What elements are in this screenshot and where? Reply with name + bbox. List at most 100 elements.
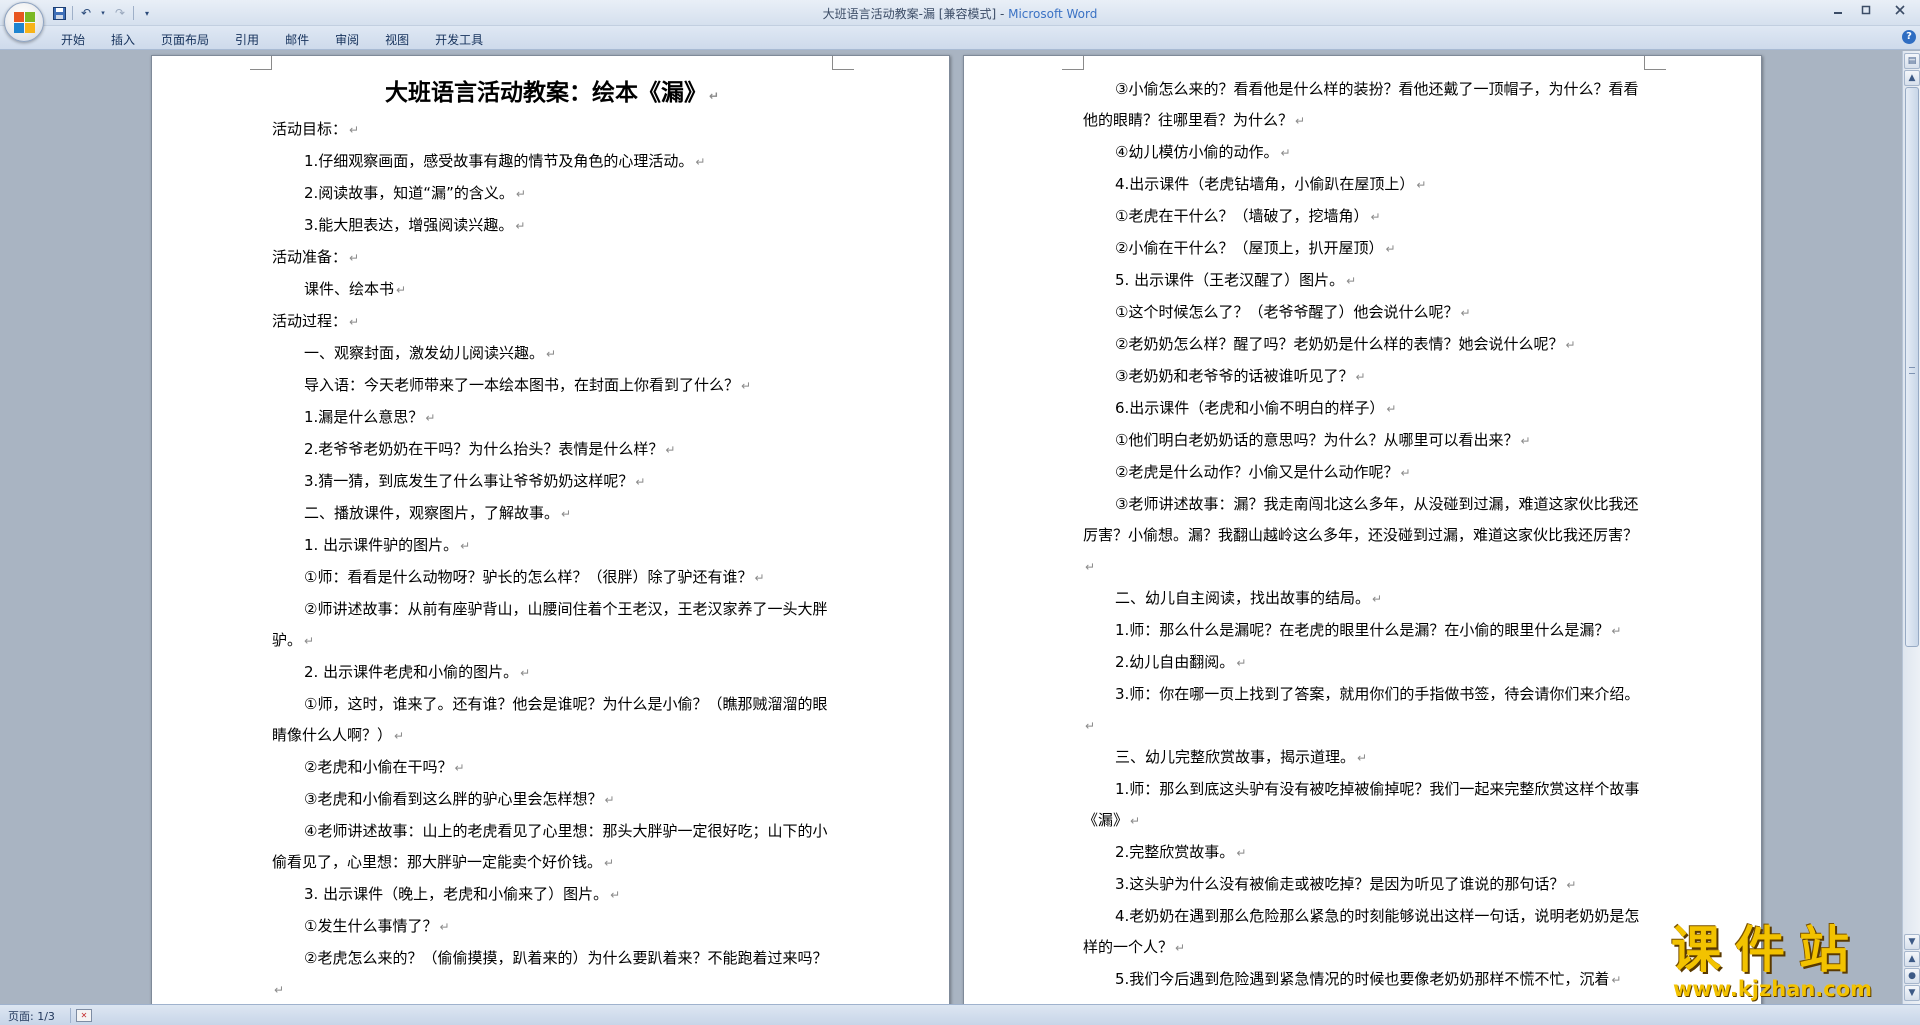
paragraph[interactable]: 2.完整欣赏故事。 ↵ bbox=[1083, 837, 1643, 869]
paragraph-mark: ↵ bbox=[515, 187, 526, 201]
tab-page-layout[interactable]: 页面布局 bbox=[148, 29, 222, 50]
paragraph-mark: ↵ bbox=[349, 315, 360, 329]
crop-mark bbox=[1644, 56, 1666, 70]
tab-review[interactable]: 审阅 bbox=[322, 29, 372, 50]
paragraph-mark: ↵ bbox=[274, 983, 285, 997]
paragraph[interactable]: ②老奶奶怎么样？醒了吗？老奶奶是什么样的表情？她会说什么呢？ ↵ bbox=[1083, 329, 1643, 361]
paragraph[interactable]: 活动过程： ↵ bbox=[272, 306, 832, 338]
paragraph[interactable]: ①这个时候怎么了？（老爷爷醒了）他会说什么呢？ ↵ bbox=[1083, 297, 1643, 329]
tab-home[interactable]: 开始 bbox=[48, 29, 98, 50]
paragraph[interactable]: 3.这头驴为什么没有被偷走或被吃掉？是因为听见了谁说的那句话？ ↵ bbox=[1083, 869, 1643, 901]
page-1[interactable]: 大班语言活动教案：绘本《漏》 ↵ 活动目标： ↵ 1.仔细观察画面，感受故事有趣的情节及… bbox=[151, 55, 950, 1004]
page-body[interactable]: ③小偷怎么来的？看看他是什么样的装扮？看他还戴了一顶帽子，为什么？看看他的眼睛？… bbox=[1083, 74, 1643, 996]
proofing-icon[interactable]: ✕ bbox=[76, 1009, 92, 1022]
paragraph[interactable]: ①发生什么事情了？ ↵ bbox=[272, 911, 832, 943]
paragraph[interactable]: 4.老奶奶在遇到那么危险那么紧急的时刻能够说出这样一句话，说明老奶奶是怎样的一个… bbox=[1083, 901, 1643, 964]
document-heading[interactable]: 大班语言活动教案：绘本《漏》 ↵ bbox=[272, 74, 832, 115]
paragraph-text: 2. 出示课件老虎和小偷的图片。 bbox=[304, 663, 519, 681]
paragraph[interactable]: ④幼儿模仿小偷的动作。 ↵ bbox=[1083, 137, 1643, 169]
paragraph-mark: ↵ bbox=[454, 761, 465, 775]
paragraph-mark: ↵ bbox=[635, 475, 646, 489]
paragraph-mark: ↵ bbox=[1611, 624, 1622, 638]
paragraph-text: 三、幼儿完整欣赏故事，揭示道理。 bbox=[1115, 748, 1356, 766]
paragraph-text: 2.完整欣赏故事。 bbox=[1115, 843, 1235, 861]
paragraph[interactable]: 二、幼儿自主阅读，找出故事的结局。 ↵ bbox=[1083, 583, 1643, 615]
paragraph[interactable]: ②老虎和小偷在干吗？ ↵ bbox=[272, 752, 832, 784]
paragraph[interactable]: 一、观察封面，激发幼儿阅读兴趣。 ↵ bbox=[272, 338, 832, 370]
paragraph[interactable]: 2.阅读故事，知道“漏”的含义。 ↵ bbox=[272, 178, 832, 210]
maximize-icon[interactable] bbox=[1852, 0, 1880, 20]
paragraph[interactable]: ③老虎和小偷看到这么胖的驴心里会怎样想？ ↵ bbox=[272, 784, 832, 816]
scrollbar-thumb[interactable] bbox=[1905, 87, 1919, 647]
paragraph[interactable]: 课件、绘本书 ↵ bbox=[272, 274, 832, 306]
paragraph[interactable]: 3.师：你在哪一页上找到了答案，就用你们的手指做书签，待会请你们来介绍。 ↵ bbox=[1083, 679, 1643, 742]
paragraph[interactable]: 活动目标： ↵ bbox=[272, 114, 832, 146]
paragraph-mark: ↵ bbox=[304, 634, 315, 648]
paragraph[interactable]: 4.出示课件（老虎钻墙角，小偷趴在屋顶上） ↵ bbox=[1083, 169, 1643, 201]
paragraph[interactable]: 三、幼儿完整欣赏故事，揭示道理。 ↵ bbox=[1083, 742, 1643, 774]
paragraph-mark: ↵ bbox=[1346, 274, 1357, 288]
page-body[interactable]: 大班语言活动教案：绘本《漏》 ↵ 活动目标： ↵ 1.仔细观察画面，感受故事有趣的情节及… bbox=[272, 74, 832, 1004]
paragraph-mark: ↵ bbox=[349, 251, 360, 265]
paragraph[interactable]: 导入语：今天老师带来了一本绘本图书，在封面上你看到了什么？ ↵ bbox=[272, 370, 832, 402]
paragraph[interactable]: ③小偷怎么来的？看看他是什么样的装扮？看他还戴了一顶帽子，为什么？看看他的眼睛？… bbox=[1083, 74, 1643, 137]
paragraph[interactable]: ①师：看看是什么动物呀？驴长的怎么样？（很胖）除了驴还有谁？ ↵ bbox=[272, 562, 832, 594]
paragraph[interactable]: ②小偷在干什么？（屋顶上，扒开屋顶） ↵ bbox=[1083, 233, 1643, 265]
paragraph[interactable]: ④老师讲述故事：山上的老虎看见了心里想：那头大胖驴一定很好吃；山下的小偷看见了，… bbox=[272, 816, 832, 879]
paragraph-mark: ↵ bbox=[1385, 242, 1396, 256]
paragraph[interactable]: 5. 出示课件（王老汉醒了）图片。 ↵ bbox=[1083, 265, 1643, 297]
help-icon[interactable]: ? bbox=[1902, 30, 1916, 44]
paragraph[interactable]: ③老奶奶和老爷爷的话被谁听见了？ ↵ bbox=[1083, 361, 1643, 393]
paragraph[interactable]: 3. 出示课件（晚上，老虎和小偷来了）图片。 ↵ bbox=[272, 879, 832, 911]
office-button[interactable] bbox=[4, 2, 44, 42]
paragraph-mark: ↵ bbox=[695, 155, 706, 169]
paragraph-mark: ↵ bbox=[1085, 560, 1096, 574]
paragraph[interactable]: ①师，这时，谁来了。还有谁？他会是谁呢？为什么是小偷？（瞧那贼溜溜的眼睛像什么人… bbox=[272, 689, 832, 752]
paragraph[interactable]: 1. 出示课件驴的图片。 ↵ bbox=[272, 530, 832, 562]
paragraph[interactable]: 1.师：那么到底这头驴有没有被吃掉被偷掉呢？我们一起来完整欣赏这样个故事《漏》 ↵ bbox=[1083, 774, 1643, 837]
paragraph[interactable]: ③老师讲述故事：漏？我走南闯北这么多年，从没碰到过漏，难道这家伙比我还厉害？小偷… bbox=[1083, 489, 1643, 583]
scroll-up-icon[interactable]: ▲ bbox=[1904, 70, 1920, 86]
status-bar: 页面: 1/3 ✕ bbox=[0, 1004, 1920, 1025]
paragraph-text: ③老师讲述故事：漏？我走南闯北这么多年，从没碰到过漏，难道这家伙比我还厉害？小偷… bbox=[1083, 495, 1639, 544]
paragraph-mark: ↵ bbox=[1355, 370, 1366, 384]
ruler-toggle-icon[interactable]: ▤ bbox=[1904, 53, 1920, 69]
paragraph[interactable]: ②老虎是什么动作？小偷又是什么动作呢？ ↵ bbox=[1083, 457, 1643, 489]
vertical-scrollbar[interactable]: ▤ ▲ ▼ ▲ ● ▼ bbox=[1902, 51, 1920, 1004]
paragraph[interactable]: 2.幼儿自由翻阅。 ↵ bbox=[1083, 647, 1643, 679]
paragraph-mark: ↵ bbox=[604, 793, 615, 807]
paragraph[interactable]: 3.猜一猜，到底发生了什么事让爷爷奶奶这样呢？ ↵ bbox=[272, 466, 832, 498]
paragraph-mark: ↵ bbox=[1130, 814, 1141, 828]
paragraph[interactable]: 1.漏是什么意思？ ↵ bbox=[272, 402, 832, 434]
paragraph[interactable]: ①老虎在干什么？（墙破了，挖墙角） ↵ bbox=[1083, 201, 1643, 233]
office-logo-icon bbox=[14, 12, 36, 34]
tab-mailings[interactable]: 邮件 bbox=[272, 29, 322, 50]
paragraph[interactable]: 2. 出示课件老虎和小偷的图片。 ↵ bbox=[272, 657, 832, 689]
tab-view[interactable]: 视图 bbox=[372, 29, 422, 50]
paragraph[interactable]: 1.仔细观察画面，感受故事有趣的情节及角色的心理活动。 ↵ bbox=[272, 146, 832, 178]
close-icon[interactable] bbox=[1880, 0, 1920, 20]
paragraph[interactable]: 1.师：那么什么是漏呢？在老虎的眼里什么是漏？在小偷的眼里什么是漏？ ↵ bbox=[1083, 615, 1643, 647]
page-2[interactable]: ③小偷怎么来的？看看他是什么样的装扮？看他还戴了一顶帽子，为什么？看看他的眼睛？… bbox=[963, 55, 1762, 1004]
paragraph[interactable]: 3.能大胆表达，增强阅读兴趣。 ↵ bbox=[272, 210, 832, 242]
paragraph-text: ①师，这时，谁来了。还有谁？他会是谁呢？为什么是小偷？（瞧那贼溜溜的眼睛像什么人… bbox=[272, 695, 828, 744]
paragraph-mark: ↵ bbox=[665, 443, 676, 457]
paragraph[interactable]: 2.老爷爷老奶奶在干吗？为什么抬头？表情是什么样？ ↵ bbox=[272, 434, 832, 466]
tab-references[interactable]: 引用 bbox=[222, 29, 272, 50]
paragraph[interactable]: 6.出示课件（老虎和小偷不明白的样子） ↵ bbox=[1083, 393, 1643, 425]
paragraph[interactable]: 二、播放课件，观察图片，了解故事。 ↵ bbox=[272, 498, 832, 530]
paragraph[interactable]: 活动准备： ↵ bbox=[272, 242, 832, 274]
paragraph[interactable]: ①他们明白老奶奶话的意思吗？为什么？从哪里可以看出来？ ↵ bbox=[1083, 425, 1643, 457]
page-count[interactable]: 页面: 1/3 bbox=[8, 1008, 55, 1024]
tab-insert[interactable]: 插入 bbox=[98, 29, 148, 50]
tab-developer[interactable]: 开发工具 bbox=[422, 29, 496, 50]
paragraph[interactable]: ②老虎怎么来的？（偷偷摸摸，趴着来的）为什么要趴着来？不能跑着过来吗？ ↵ bbox=[272, 943, 832, 1004]
paragraph-mark: ↵ bbox=[561, 507, 572, 521]
paragraph[interactable]: 5.我们今后遇到危险遇到紧急情况的时候也要像老奶奶那样不慌不忙，沉着 ↵ bbox=[1083, 964, 1643, 996]
paragraph[interactable]: ②师讲述故事：从前有座驴背山，山腰间住着个王老汉，王老汉家养了一头大胖驴。 ↵ bbox=[272, 594, 832, 657]
paragraph-mark: ↵ bbox=[754, 571, 765, 585]
minimize-icon[interactable] bbox=[1824, 0, 1852, 20]
crop-mark bbox=[250, 56, 272, 70]
paragraph-mark: ↵ bbox=[1370, 210, 1381, 224]
paragraph-text: ②老奶奶怎么样？醒了吗？老奶奶是什么样的表情？她会说什么呢？ bbox=[1115, 335, 1564, 353]
